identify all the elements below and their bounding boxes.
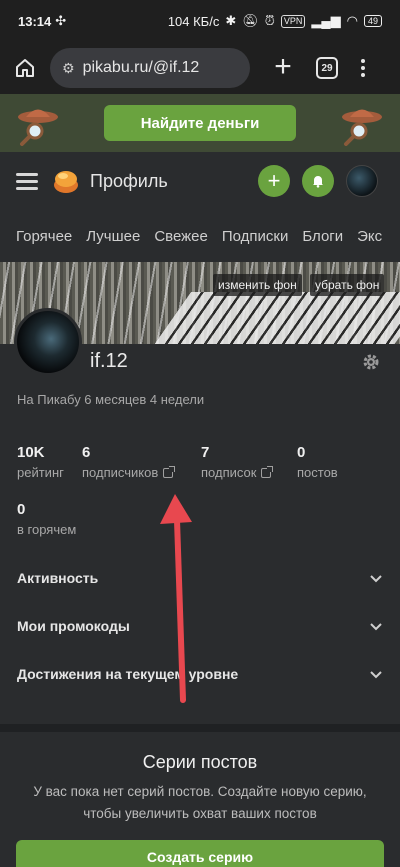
browser-toolbar: ⚙︎ pikabu.ru/@if.12 + 29 bbox=[0, 42, 400, 94]
stat-hot: 0 в горячем bbox=[17, 501, 76, 537]
tab-best[interactable]: Лучшее bbox=[86, 228, 140, 245]
stat-following[interactable]: 7 подписок bbox=[201, 444, 274, 480]
app-header: Профиль + bbox=[0, 152, 400, 210]
stat-label: постов bbox=[297, 465, 338, 480]
page-title: Профиль bbox=[90, 170, 168, 191]
chevron-down-icon bbox=[370, 623, 382, 631]
new-tab-button[interactable]: + bbox=[268, 52, 298, 83]
tab-more[interactable]: Экс bbox=[357, 228, 382, 245]
post-series-section: Серии постов У вас пока нет серий постов… bbox=[0, 732, 400, 867]
accordion-achievements[interactable]: Достижения на текущем уровне bbox=[0, 650, 400, 698]
tab-blogs[interactable]: Блоги bbox=[302, 228, 343, 245]
bluetooth-icon: ✱ bbox=[225, 13, 237, 28]
tab-switcher-button[interactable]: 29 bbox=[316, 57, 338, 79]
accordion-label: Мои промокоды bbox=[17, 618, 130, 634]
user-avatar-small[interactable] bbox=[346, 165, 378, 197]
battery-indicator: 49 bbox=[363, 15, 382, 27]
series-description: У вас пока нет серий постов. Создайте но… bbox=[33, 784, 367, 821]
site-settings-icon[interactable]: ⚙︎ bbox=[62, 60, 75, 77]
feed-tabs: Горячее Лучшее Свежее Подписки Блоги Экс bbox=[0, 210, 400, 262]
tab-fresh[interactable]: Свежее bbox=[154, 228, 208, 245]
vpn-badge: VPN bbox=[280, 14, 306, 28]
notifications-button[interactable] bbox=[302, 165, 334, 197]
member-since: На Пикабу 6 месяцев 4 недели bbox=[17, 392, 205, 407]
bell-icon bbox=[313, 176, 323, 188]
pinwheel-icon: ✣ bbox=[55, 13, 67, 28]
stat-label: в горячем bbox=[17, 522, 77, 537]
mute-icon: 🔕︎ bbox=[242, 13, 259, 28]
stat-value: 7 bbox=[201, 444, 210, 461]
accordion-activity[interactable]: Активность bbox=[0, 554, 400, 602]
chevron-down-icon bbox=[370, 575, 382, 583]
create-series-button[interactable]: Создать серию bbox=[16, 840, 384, 867]
browser-menu-button[interactable] bbox=[358, 59, 368, 77]
change-cover-button[interactable]: изменить фон bbox=[213, 274, 302, 296]
stat-value: 10K bbox=[17, 444, 45, 461]
tab-hot[interactable]: Горячее bbox=[16, 228, 72, 245]
status-time: 13:14 bbox=[18, 13, 52, 29]
status-bar: 13:14 ✣ 104 КБ/с ✱ 🔕︎ ⏰︎ VPN ▂▄▆ ◠ 49 bbox=[0, 0, 400, 42]
add-post-button[interactable]: + bbox=[258, 165, 290, 197]
promo-banner: Найдите деньги bbox=[0, 94, 400, 152]
stat-followers[interactable]: 6 подписчиков bbox=[82, 444, 176, 480]
pikabu-logo-icon[interactable] bbox=[52, 167, 80, 195]
stat-value: 0 bbox=[297, 444, 306, 461]
stat-label: подписчиков bbox=[82, 465, 159, 480]
stat-posts: 0 постов bbox=[297, 444, 338, 480]
tab-subscriptions[interactable]: Подписки bbox=[222, 228, 289, 245]
external-link-icon bbox=[261, 465, 274, 478]
series-title: Серии постов bbox=[142, 752, 258, 772]
home-icon bbox=[16, 59, 34, 77]
detective-hat-icon bbox=[342, 109, 382, 146]
accordion-label: Достижения на текущем уровне bbox=[17, 666, 239, 682]
accordion-label: Активность bbox=[17, 570, 99, 586]
piano-keys-decoration bbox=[148, 292, 400, 344]
home-button[interactable] bbox=[10, 53, 40, 83]
stat-label: рейтинг bbox=[17, 465, 64, 480]
url-text: pikabu.ru/@if.12 bbox=[82, 59, 200, 76]
username: if.12 bbox=[90, 350, 128, 372]
menu-icon[interactable] bbox=[16, 172, 38, 190]
wifi-icon: ◠ bbox=[346, 13, 358, 28]
stat-label: подписок bbox=[201, 465, 257, 480]
find-money-button[interactable]: Найдите деньги bbox=[104, 105, 296, 141]
address-bar[interactable]: ⚙︎ pikabu.ru/@if.12 bbox=[50, 48, 250, 88]
stat-value: 6 bbox=[82, 444, 91, 461]
network-speed: 104 КБ/с bbox=[167, 13, 220, 29]
stat-rating: 10K рейтинг bbox=[17, 444, 64, 480]
detective-hat-icon bbox=[18, 109, 58, 146]
user-avatar[interactable] bbox=[14, 308, 82, 376]
gear-icon[interactable] bbox=[362, 353, 380, 371]
remove-cover-button[interactable]: убрать фон bbox=[310, 274, 385, 296]
alarm-icon: ⏰︎ bbox=[264, 13, 275, 28]
accordion-promocodes[interactable]: Мои промокоды bbox=[0, 602, 400, 650]
stat-value: 0 bbox=[17, 501, 26, 518]
chevron-down-icon bbox=[370, 671, 382, 679]
external-link-icon bbox=[163, 465, 176, 478]
signal-icon: ▂▄▆ bbox=[311, 13, 341, 28]
